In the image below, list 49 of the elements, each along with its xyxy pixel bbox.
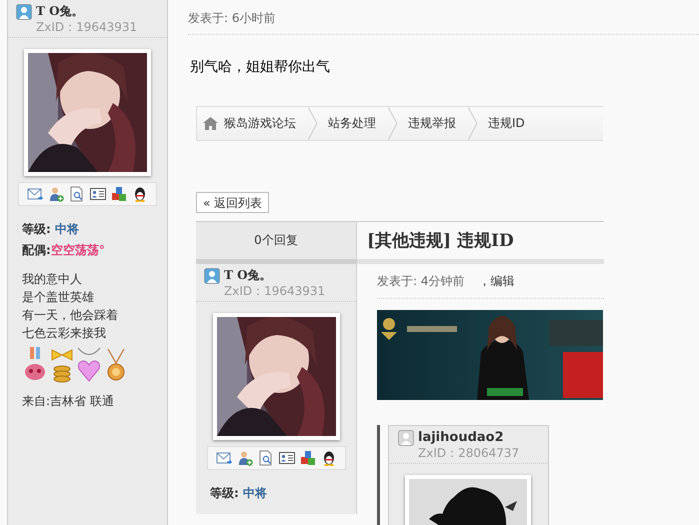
- penguin-icon[interactable]: [132, 186, 148, 202]
- signature-line: 七色云彩来接我: [22, 325, 107, 342]
- chevron-separator: [468, 107, 478, 140]
- bow-coins-icon: [49, 347, 75, 383]
- card-icon[interactable]: [90, 186, 106, 202]
- add-user-icon[interactable]: [236, 450, 252, 466]
- breadcrumb-link[interactable]: 站务处理: [318, 107, 388, 140]
- post-time: 发表于: 4分钟前: [377, 272, 464, 290]
- heart-pendant-icon: [76, 347, 102, 383]
- user-name[interactable]: lajihoudao2: [418, 430, 504, 445]
- ribbon-medal-icon: [22, 347, 48, 383]
- edit-link[interactable]: ，编辑: [478, 272, 514, 290]
- breadcrumb-link[interactable]: 违规ID: [478, 107, 537, 140]
- reply-count: 0个回复: [196, 222, 357, 264]
- mail-icon[interactable]: [216, 450, 232, 466]
- chevron-separator: [388, 107, 398, 140]
- blocks-icon[interactable]: [111, 186, 127, 202]
- user-name[interactable]: T O兔。: [224, 267, 272, 284]
- spouse-label: 配偶:: [22, 243, 51, 257]
- signature-line: 是个盖世英雄: [22, 289, 95, 306]
- add-user-icon[interactable]: [48, 186, 64, 202]
- breadcrumb-link[interactable]: 违规举报: [398, 107, 468, 140]
- rank-value: 中将: [55, 222, 79, 236]
- blocks-icon[interactable]: [300, 450, 316, 466]
- back-button[interactable]: « 返回列表: [196, 192, 270, 213]
- user-icon: [204, 268, 220, 284]
- location-text: 来自:吉林省 联通: [22, 393, 115, 410]
- signature-line: 有一天，他会踩着: [22, 307, 119, 324]
- card-icon[interactable]: [278, 450, 294, 466]
- user-id: ZxID：28064737: [417, 446, 520, 461]
- rank-value: 中将: [243, 486, 267, 500]
- user-id: ZxID：19643931: [35, 20, 138, 35]
- user-id: ZxID：19643931: [223, 284, 326, 299]
- post-time: 发表于: 6小时前: [188, 0, 699, 35]
- user-name[interactable]: T O兔。: [36, 3, 84, 20]
- document-icon[interactable]: [258, 450, 274, 466]
- user-icon: [16, 4, 32, 20]
- chevron-separator: [308, 107, 318, 140]
- spouse-value: 空空荡荡°: [50, 243, 105, 257]
- breadcrumb-link[interactable]: 猴岛游戏论坛: [197, 107, 308, 140]
- user-icon: [398, 430, 414, 446]
- rank-label: 等级:: [22, 222, 51, 236]
- document-icon[interactable]: [69, 186, 85, 202]
- signature-line: 我的意中人: [22, 271, 83, 288]
- mail-icon[interactable]: [27, 186, 43, 202]
- rank-label: 等级:: [210, 486, 239, 500]
- home-icon: [203, 117, 218, 130]
- post-message: 别气哈，姐姐帮你出气: [190, 58, 331, 76]
- thread-title: [其他违规] 违规ID: [357, 222, 604, 264]
